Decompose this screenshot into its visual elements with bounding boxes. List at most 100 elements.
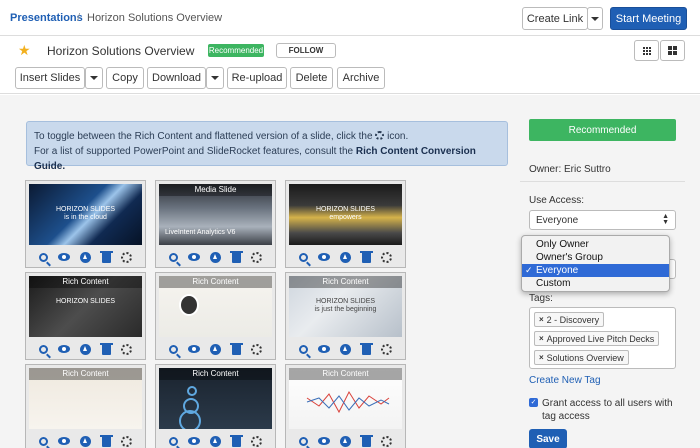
upload-icon[interactable] [80,251,92,263]
insert-slides-dropdown-button[interactable] [85,67,103,89]
slide-preview[interactable]: Rich Content HORIZON SLIDES is just the b… [289,276,402,337]
dropdown-option-everyone[interactable]: ✓ Everyone [522,264,669,277]
slide-preview[interactable]: HORIZON SLIDES empowers [289,184,402,245]
reupload-button[interactable]: Re-upload [227,67,287,89]
insert-slides-button[interactable]: Insert Slides [15,67,85,89]
use-access-select[interactable]: Everyone ▲ ▼ [529,210,676,230]
preview-eye-icon[interactable] [188,253,201,261]
recommended-button[interactable]: Recommended [529,119,676,141]
zoom-icon[interactable] [299,252,309,262]
slide-actions [286,247,405,267]
slide-preview[interactable]: Rich Content HORIZON SLIDES [29,276,142,337]
trash-icon[interactable] [99,434,113,447]
dropdown-option-custom[interactable]: Custom [522,277,669,290]
trash-icon[interactable] [229,434,243,447]
zoom-icon[interactable] [169,344,179,354]
preview-eye-icon[interactable] [318,345,331,353]
gear-icon[interactable] [250,251,262,263]
slide-thumbnail[interactable]: Rich Content HORIZON SLIDES [25,272,146,360]
upload-icon[interactable] [210,343,222,355]
slide-preview[interactable]: Rich Content [159,276,272,337]
upload-icon[interactable] [80,343,92,355]
grant-access-checkbox[interactable]: ✓ [529,398,538,407]
archive-button[interactable]: Archive [337,67,385,89]
upload-icon[interactable] [80,435,92,447]
slide-thumbnail[interactable]: Rich Content HORIZON SLIDES is just the b… [285,272,406,360]
upload-icon[interactable] [210,435,222,447]
zoom-icon[interactable] [169,252,179,262]
download-dropdown-button[interactable] [206,67,224,89]
preview-eye-icon[interactable] [58,345,71,353]
upload-icon[interactable] [340,343,352,355]
gear-icon[interactable] [250,435,262,447]
slide-thumbnail[interactable]: Rich Content [25,364,146,448]
info-line-1-suffix: icon. [387,131,409,142]
gear-icon[interactable] [120,251,132,263]
save-button[interactable]: Save [529,429,567,448]
gear-icon[interactable] [120,343,132,355]
info-message: To toggle between the Rich Content and f… [26,121,508,172]
slide-thumbnail[interactable]: Rich Content [285,364,406,448]
trash-icon[interactable] [99,342,113,355]
grid-view-small-button[interactable] [634,40,659,61]
create-link-dropdown-button[interactable] [587,7,603,30]
create-link-button[interactable]: Create Link [522,7,588,30]
preview-eye-icon[interactable] [58,253,71,261]
gear-icon[interactable] [250,343,262,355]
grid-view-large-button[interactable] [660,40,685,61]
remove-tag-icon[interactable]: × [539,315,544,324]
save-label: Save [536,433,560,445]
slide-preview[interactable]: Rich Content [29,368,142,429]
upload-icon[interactable] [340,251,352,263]
slide-preview[interactable]: HORIZON SLIDES is in the cloud [29,184,142,245]
slide-thumbnail[interactable]: Rich Content [155,272,276,360]
remove-tag-icon[interactable]: × [539,334,544,343]
trash-icon[interactable] [229,342,243,355]
gear-icon[interactable] [380,251,392,263]
favorite-star-icon[interactable]: ★ [18,42,31,59]
preview-eye-icon[interactable] [188,345,201,353]
preview-eye-icon[interactable] [188,437,201,445]
gear-icon[interactable] [120,435,132,447]
preview-eye-icon[interactable] [318,437,331,445]
zoom-icon[interactable] [39,252,49,262]
tags-input[interactable]: × 2 - Discovery × Approved Live Pitch Deck… [529,307,676,369]
dropdown-option-only-owner[interactable]: Only Owner [522,238,669,251]
breadcrumb-presentations-link[interactable]: Presentations [10,12,83,24]
zoom-icon[interactable] [39,344,49,354]
copy-button[interactable]: Copy [106,67,144,89]
preview-eye-icon[interactable] [58,437,71,445]
dropdown-option-owners-group[interactable]: Owner's Group [522,251,669,264]
download-button[interactable]: Download [147,67,206,89]
chevron-down-icon [591,16,599,21]
preview-eye-icon[interactable] [318,253,331,261]
slide-thumbnail[interactable]: Media Slide LiveIntent Analytics V6 [155,180,276,268]
delete-button[interactable]: Delete [290,67,333,89]
upload-icon[interactable] [210,251,222,263]
start-meeting-button[interactable]: Start Meeting [610,7,687,30]
upload-icon[interactable] [340,435,352,447]
donut-chart-preview [179,410,201,429]
trash-icon[interactable] [359,342,373,355]
slide-thumbnail[interactable]: HORIZON SLIDES empowers [285,180,406,268]
slide-preview[interactable]: Rich Content [159,368,272,429]
zoom-icon[interactable] [169,436,179,446]
gear-icon[interactable] [380,435,392,447]
slide-preview[interactable]: Media Slide LiveIntent Analytics V6 [159,184,272,245]
use-access-value: Everyone [536,214,579,226]
slide-preview[interactable]: Rich Content [289,368,402,429]
follow-button[interactable]: FOLLOW [276,43,336,58]
remove-tag-icon[interactable]: × [539,353,544,362]
slide-thumbnail[interactable]: Rich Content [155,364,276,448]
trash-icon[interactable] [99,250,113,263]
reupload-label: Re-upload [231,72,283,84]
gear-icon[interactable] [380,343,392,355]
trash-icon[interactable] [359,250,373,263]
create-new-tag-link[interactable]: Create New Tag [529,375,601,386]
zoom-icon[interactable] [299,436,309,446]
slide-thumbnail[interactable]: HORIZON SLIDES is in the cloud [25,180,146,268]
zoom-icon[interactable] [299,344,309,354]
trash-icon[interactable] [229,250,243,263]
zoom-icon[interactable] [39,436,49,446]
trash-icon[interactable] [359,434,373,447]
